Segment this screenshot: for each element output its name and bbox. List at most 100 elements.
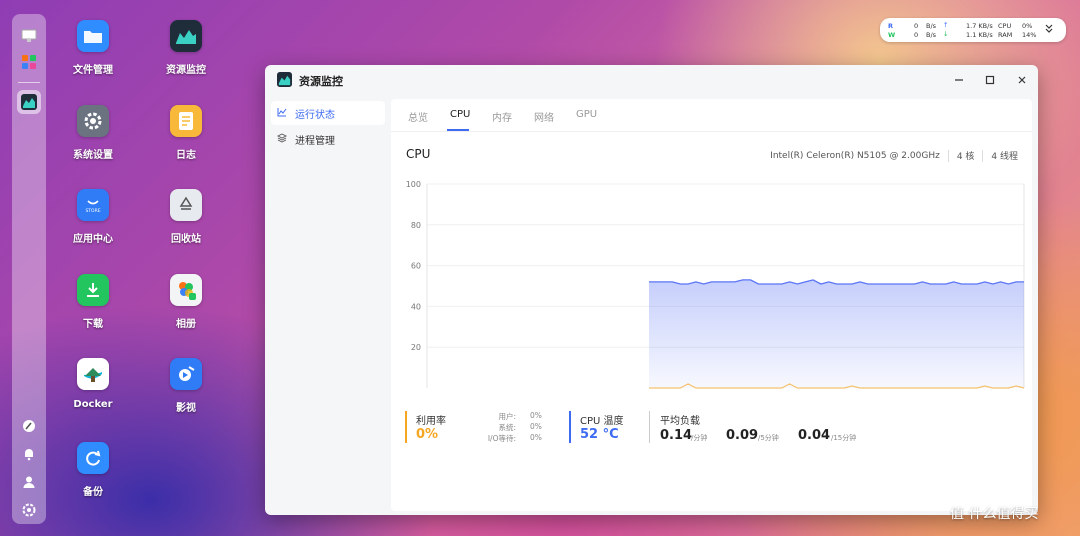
io-wait-label: I/O等待: — [487, 434, 516, 443]
user-label: 用户: — [498, 412, 516, 421]
usage-label: 利用率 — [416, 416, 446, 427]
usage-value: 0% — [416, 427, 439, 442]
recycle-icon — [170, 189, 202, 221]
gear-icon — [77, 105, 109, 137]
desktop-app-photos[interactable]: 相册 — [146, 274, 226, 330]
docker-icon — [77, 358, 109, 390]
video-icon — [170, 358, 202, 390]
desktop-app-label: 系统设置 — [73, 150, 113, 161]
desktop-app-label: 日志 — [176, 150, 196, 161]
appearance-icon[interactable] — [17, 414, 41, 438]
desktop-app-label: 下载 — [83, 319, 103, 330]
left-dock — [12, 14, 46, 524]
desktop-app-recycle[interactable]: 回收站 — [146, 189, 226, 245]
system-value: 0% — [530, 422, 542, 431]
cpu-heading: CPU — [406, 147, 431, 161]
desktop-app-video[interactable]: 影视 — [146, 358, 226, 414]
desktop-app-folder[interactable]: 文件管理 — [53, 20, 133, 76]
desktop-app-backup[interactable]: 备份 — [53, 442, 133, 498]
write-label: W — [888, 31, 896, 39]
usage-bar — [405, 411, 407, 443]
desktop-app-monitor[interactable]: 资源监控 — [146, 20, 226, 76]
resource-monitor-dock-icon[interactable] — [17, 90, 41, 114]
window-titlebar[interactable]: 资源监控 — [265, 65, 1038, 95]
app-grid-icon[interactable] — [17, 50, 41, 74]
y-tick-label: 60 — [411, 262, 421, 271]
cpu-usage-line — [649, 279, 1024, 285]
resource-monitor-app-icon — [277, 72, 292, 91]
desktop-app-download[interactable]: 下载 — [53, 274, 133, 330]
download-icon — [77, 274, 109, 306]
load-label: 平均负载 — [660, 416, 700, 427]
upload-arrow-icon: ↑ — [943, 21, 949, 29]
system-label: 系统: — [498, 423, 516, 432]
log-icon — [170, 105, 202, 137]
settings-icon[interactable] — [17, 498, 41, 522]
load-15min: 0.04 — [798, 428, 831, 443]
read-value: 0 — [914, 22, 919, 30]
maximize-button[interactable] — [980, 71, 1000, 89]
tab-overview[interactable]: 总览 — [408, 109, 428, 124]
desktop-app-label: 相册 — [176, 319, 196, 330]
bell-icon[interactable] — [17, 442, 41, 466]
temp-value: 52 °C — [580, 427, 619, 442]
close-button[interactable] — [1012, 71, 1032, 89]
desktop-app-label: 回收站 — [171, 234, 201, 245]
sidebar-item-process-management[interactable]: 进程管理 — [271, 127, 385, 151]
desktop-icon[interactable] — [17, 24, 41, 48]
desktop-app-log[interactable]: 日志 — [146, 105, 226, 161]
tab-network[interactable]: 网络 — [534, 109, 554, 124]
desktop-app-gear[interactable]: 系统设置 — [53, 105, 133, 161]
write-unit: B/s — [926, 31, 937, 39]
io-wait-value: 0% — [530, 433, 542, 442]
cpu-cores: 4 核 — [956, 152, 975, 162]
desktop-app-label: 备份 — [83, 487, 103, 498]
desktop-app-label: Docker — [73, 399, 113, 410]
store-icon: STORE — [77, 189, 109, 221]
window-title: 资源监控 — [299, 75, 343, 88]
resource-monitor-window: 资源监控 运行状态 进程管理 总览 CPU 内存 网络 GPU CPU Inte… — [265, 65, 1038, 515]
y-tick-label: 80 — [411, 221, 421, 230]
desktop-app-label: 文件管理 — [73, 65, 113, 76]
user-icon[interactable] — [17, 470, 41, 494]
download-arrow-icon: ↓ — [943, 30, 949, 38]
load-1min-unit: /分钟 — [691, 434, 708, 442]
load-5min: 0.09 — [726, 428, 759, 443]
sidebar-item-running-status[interactable]: 运行状态 — [271, 101, 385, 125]
cpu-usage-area — [649, 279, 1024, 388]
read-label: R — [888, 22, 894, 30]
cpu-value: 0% — [1022, 22, 1033, 30]
desktop-app-store[interactable]: STORE 应用中心 — [53, 189, 133, 245]
tab-memory[interactable]: 内存 — [492, 109, 512, 124]
tab-gpu[interactable]: GPU — [576, 109, 597, 120]
cpu-info: Intel(R) Celeron(R) N5105 @ 2.00GHz 4 核 … — [770, 149, 1018, 162]
desktop-app-docker[interactable]: Docker — [53, 358, 133, 410]
cpu-model: Intel(R) Celeron(R) N5105 @ 2.00GHz — [770, 150, 940, 161]
cpu-usage-chart: 100 80 60 40 20 — [406, 180, 1025, 389]
watermark: 值 什么值得买 — [950, 506, 1039, 522]
system-status-widget[interactable]: R W 0 0 B/s B/s ↑ ↓ 1.7 KB/s 1.1 KB/s CP… — [880, 18, 1066, 42]
read-unit: B/s — [926, 22, 937, 30]
load-divider — [649, 411, 650, 443]
photos-icon — [170, 274, 202, 306]
net-up-value: 1.7 KB/s — [966, 22, 993, 30]
tab-cpu[interactable]: CPU — [450, 109, 470, 120]
ram-value: 14% — [1022, 31, 1037, 39]
backup-icon — [77, 442, 109, 474]
load-15min-unit: /15分钟 — [831, 434, 857, 442]
ram-label: RAM — [998, 31, 1013, 39]
desktop-app-label: 资源监控 — [166, 65, 206, 76]
svg-text:STORE: STORE — [85, 208, 100, 214]
chevron-down-icon[interactable] — [1044, 23, 1054, 38]
load-1min: 0.14 — [660, 428, 693, 443]
y-tick-label: 100 — [406, 180, 421, 189]
cpu-threads: 4 线程 — [991, 152, 1018, 162]
load-5min-unit: /5分钟 — [758, 434, 779, 442]
minimize-button[interactable] — [949, 71, 969, 89]
tab-divider — [391, 131, 1032, 132]
sidebar-item-label: 进程管理 — [295, 135, 335, 147]
temp-bar — [569, 411, 571, 443]
cpu-label: CPU — [998, 22, 1012, 30]
user-value: 0% — [530, 411, 542, 420]
desktop-app-label: 应用中心 — [73, 234, 113, 245]
